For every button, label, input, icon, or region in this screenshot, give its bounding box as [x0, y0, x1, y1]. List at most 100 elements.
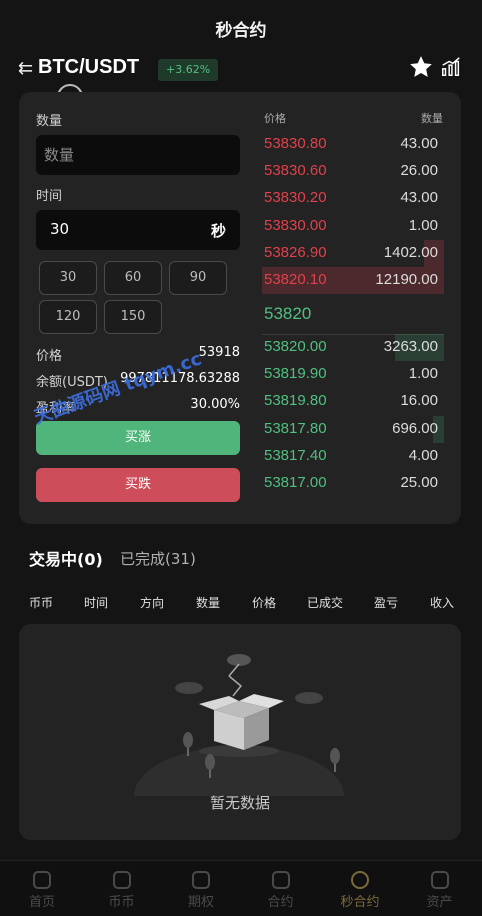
col-time: 时间	[84, 596, 109, 610]
nav-item-label: 期权	[187, 895, 214, 910]
wallet-icon	[430, 871, 449, 889]
bid-price: 53820.00	[264, 338, 327, 355]
profit-value: 30.00%	[190, 397, 240, 412]
nav-item-label: 币币	[108, 895, 135, 910]
nav-item[interactable]: 期权	[161, 867, 241, 910]
time-label: 时间	[36, 189, 63, 204]
top-bar: 秒合约	[0, 0, 482, 56]
time-option-30[interactable]: 30	[39, 261, 97, 295]
ask-price: 53830.80	[264, 135, 327, 152]
back-icon[interactable]: ⇇	[18, 58, 33, 79]
bid-qty: 3263.00	[383, 338, 438, 355]
bid-price: 53817.40	[264, 446, 327, 464]
bid-price: 53817.00	[264, 474, 327, 491]
ask-price: 53820.10	[264, 271, 327, 288]
ask-price: 53830.60	[264, 162, 327, 180]
bid-row[interactable]: 53819.80 16.00	[262, 388, 444, 415]
empty-state: 暂无数据	[19, 624, 461, 840]
nav-item-label: 合约	[267, 895, 294, 910]
nav-item-label: 资产	[426, 895, 453, 910]
nav-item[interactable]: 首页	[2, 867, 82, 910]
time-value: 30	[50, 220, 70, 238]
ask-row[interactable]: 53820.10 12190.00	[262, 267, 444, 294]
options-icon	[192, 871, 210, 889]
bid-row[interactable]: 53817.40 4.00	[262, 443, 444, 470]
time-unit: 秒	[210, 222, 226, 240]
tab-active-trades[interactable]: 交易中(0)	[29, 546, 103, 570]
price-value: 53918	[198, 345, 240, 360]
bid-qty: 696.00	[392, 419, 438, 437]
time-option-90[interactable]: 90	[169, 261, 227, 295]
bid-qty: 1.00	[408, 365, 438, 383]
ask-price: 53830.20	[264, 189, 327, 207]
ask-qty: 1.00	[408, 216, 438, 234]
nav-item[interactable]: 币币	[82, 867, 162, 910]
col-filled: 已成交	[307, 596, 344, 610]
ask-qty: 1402.00	[383, 243, 438, 261]
ask-qty: 43.00	[400, 189, 438, 207]
pair-header: ⇇ BTC/USDT +3.62%	[0, 54, 482, 88]
chart-icon[interactable]	[440, 56, 462, 78]
bid-row[interactable]: 53817.00 25.00	[262, 470, 444, 497]
bid-qty: 4.00	[408, 446, 438, 464]
col-pair: 币币	[29, 596, 54, 610]
tab-completed-trades[interactable]: 已完成(31)	[120, 548, 196, 569]
buy-down-button[interactable]: 买跌	[36, 468, 240, 502]
bid-price: 53817.80	[264, 419, 327, 437]
ask-row[interactable]: 53826.90 1402.00	[262, 239, 444, 267]
empty-box-icon	[134, 654, 344, 796]
ask-price: 53826.90	[264, 243, 327, 261]
ask-row[interactable]: 53830.60 26.00	[262, 158, 444, 185]
bid-qty: 25.00	[400, 474, 438, 491]
ask-qty: 12190.00	[375, 271, 438, 288]
quantity-label: 数量	[36, 114, 63, 129]
trade-columns: 币币 时间 方向 数量 价格 已成交 盈亏 收入	[0, 592, 482, 612]
coin-icon	[112, 871, 131, 889]
col-pnl: 盈亏	[374, 596, 399, 610]
buy-up-button[interactable]: 买涨	[36, 421, 240, 455]
col-quantity: 数量	[196, 596, 221, 610]
bid-row[interactable]: 53817.80 696.00	[262, 415, 444, 443]
last-price: 53820	[264, 304, 312, 323]
bid-qty: 16.00	[400, 392, 438, 410]
star-icon[interactable]	[408, 54, 434, 80]
ask-row[interactable]: 53830.20 43.00	[262, 185, 444, 212]
bid-price: 53819.90	[264, 365, 327, 383]
bid-price: 53819.80	[264, 392, 327, 410]
quantity-input[interactable]: 数量	[36, 135, 240, 175]
col-income: 收入	[430, 596, 455, 610]
bid-row[interactable]: 53819.90 1.00	[262, 361, 444, 388]
seconds-contract-icon	[351, 871, 369, 889]
quantity-placeholder: 数量	[44, 146, 75, 164]
col-price: 价格	[252, 596, 277, 610]
pair-name[interactable]: BTC/USDT	[38, 56, 139, 79]
col-direction: 方向	[140, 596, 165, 610]
page-title: 秒合约	[215, 20, 267, 41]
nav-item-label: 秒合约	[340, 895, 380, 910]
nav-item[interactable]: 秒合约	[320, 867, 400, 910]
bottom-nav: 首页 币币 期权 合约 秒合约 资产	[0, 860, 482, 916]
empty-text: 暂无数据	[209, 794, 270, 812]
bid-row[interactable]: 53820.00 3263.00	[262, 334, 444, 361]
orderbook-qty-header: 数量	[421, 112, 443, 125]
contract-icon	[271, 871, 290, 889]
nav-item[interactable]: 合约	[241, 867, 321, 910]
price-label: 价格	[36, 349, 63, 364]
time-option-60[interactable]: 60	[104, 261, 162, 295]
trade-panel: 数量 数量 时间 30 秒 30 60 90 120 150 价格 53918 …	[19, 92, 461, 524]
time-input[interactable]: 30 秒	[36, 210, 240, 250]
nav-item[interactable]: 资产	[400, 867, 480, 910]
ask-row[interactable]: 53830.00 1.00	[262, 213, 444, 240]
ask-qty: 43.00	[400, 135, 438, 152]
price-row: 价格 53918	[36, 345, 240, 364]
home-icon	[33, 871, 51, 889]
nav-item-label: 首页	[28, 895, 55, 910]
trade-tabs: 交易中(0) 已完成(31)	[0, 540, 482, 576]
time-option-150[interactable]: 150	[104, 300, 162, 334]
time-option-120[interactable]: 120	[39, 300, 97, 334]
change-badge: +3.62%	[158, 59, 219, 81]
ask-price: 53830.00	[264, 216, 327, 234]
ask-row[interactable]: 53830.80 43.00	[262, 131, 444, 158]
orderbook-price-header: 价格	[264, 112, 286, 125]
ask-qty: 26.00	[400, 162, 438, 180]
